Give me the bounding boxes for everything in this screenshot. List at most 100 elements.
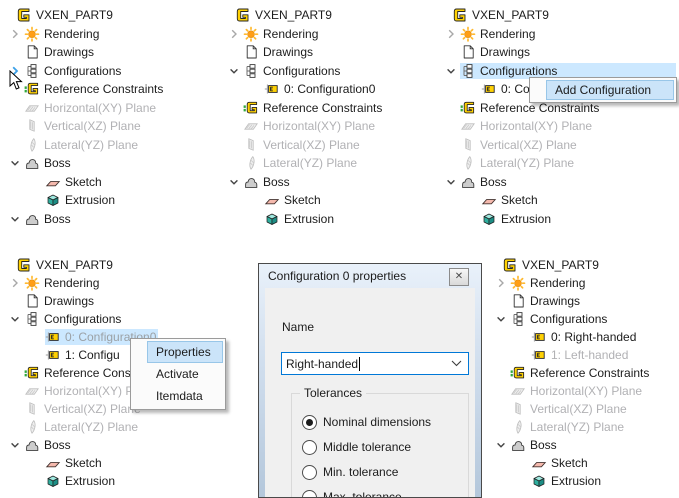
menu-item[interactable]: Properties <box>147 341 223 363</box>
tree-row[interactable]: Reference Constraints <box>4 80 165 99</box>
tree-row[interactable]: Boss <box>223 173 384 192</box>
tree-row[interactable]: Extrusion <box>440 210 676 229</box>
tree-row[interactable]: Lateral(YZ) Plane <box>490 418 651 436</box>
chevron-collapsed-icon[interactable] <box>6 275 24 291</box>
tree-row[interactable]: Reference Constraints <box>223 99 384 118</box>
chevron-collapsed-icon[interactable] <box>225 26 243 42</box>
tree-row[interactable]: Configurations <box>4 310 165 328</box>
tree-row[interactable]: Horizontal(XY) Plane <box>440 117 676 136</box>
tree-row[interactable]: Reference Constraints <box>490 364 651 382</box>
chevron-expanded-icon[interactable] <box>442 63 460 79</box>
sun-icon <box>460 26 476 42</box>
tree-row[interactable]: Lateral(YZ) Plane <box>223 154 384 173</box>
close-button[interactable]: ✕ <box>449 268 469 286</box>
tree-row[interactable]: Vertical(XZ) Plane <box>440 136 676 155</box>
tree-row[interactable]: Configurations <box>223 62 384 81</box>
tree-row[interactable]: Horizontal(XY) Plane <box>223 117 384 136</box>
tree-row[interactable]: Boss <box>4 154 165 173</box>
tree-row[interactable]: Lateral(YZ) Plane <box>4 418 165 436</box>
tree-row[interactable]: Sketch <box>490 454 651 472</box>
tree-row[interactable]: Rendering <box>440 25 676 44</box>
tree-item: Drawings <box>243 44 315 60</box>
tree-row[interactable]: Rendering <box>4 25 165 44</box>
tree-row[interactable]: 0: Right-handed <box>490 328 651 346</box>
radio-option[interactable]: Middle tolerance <box>302 439 411 455</box>
tree-row[interactable]: Drawings <box>4 292 165 310</box>
chevron-expanded-icon[interactable] <box>6 437 24 453</box>
tree-row[interactable]: Sketch <box>223 191 384 210</box>
tree-row[interactable]: Boss <box>440 173 676 192</box>
tree-row[interactable]: VXEN_PART9 <box>490 256 651 274</box>
tree-row[interactable]: Extrusion <box>4 191 165 210</box>
tree-item: Boss <box>24 155 73 171</box>
chevron-expanded-icon[interactable] <box>492 437 510 453</box>
tree-item: 0: Right-handed <box>531 329 638 345</box>
plane-l-icon <box>460 155 476 171</box>
tree-row[interactable]: Sketch <box>4 454 165 472</box>
tree-row[interactable]: Vertical(XZ) Plane <box>4 117 165 136</box>
tree-row[interactable]: Lateral(YZ) Plane <box>4 136 165 155</box>
chevron-expanded-icon[interactable] <box>6 211 24 227</box>
radio-option[interactable]: Nominal dimensions <box>302 414 431 430</box>
chevron-collapsed-icon[interactable] <box>492 275 510 291</box>
radio-option[interactable]: Max. tolerance <box>302 489 402 498</box>
tree-row[interactable]: Extrusion <box>4 472 165 490</box>
tree-item: Vertical(XZ) Plane <box>460 137 579 153</box>
radio-icon[interactable] <box>302 415 317 430</box>
radio-option[interactable]: Min. tolerance <box>302 464 398 480</box>
tree-row[interactable]: Vertical(XZ) Plane <box>490 400 651 418</box>
radio-icon[interactable] <box>302 465 317 480</box>
radio-icon[interactable] <box>302 490 317 498</box>
ref-icon <box>460 100 476 116</box>
ref-icon <box>243 100 259 116</box>
chevron-expanded-icon[interactable] <box>225 63 243 79</box>
tree-item-label: VXEN_PART9 <box>36 258 113 272</box>
tree-row[interactable]: Horizontal(XY) Plane <box>4 99 165 118</box>
chevron-expanded-icon[interactable] <box>492 311 510 327</box>
chevron-expanded-icon[interactable] <box>442 174 460 190</box>
tree-row[interactable]: VXEN_PART9 <box>4 6 165 25</box>
tree-row[interactable]: Extrusion <box>223 210 384 229</box>
tree-row[interactable]: Drawings <box>4 43 165 62</box>
tree-row[interactable]: Configurations <box>4 62 165 81</box>
tree-row[interactable]: VXEN_PART9 <box>223 6 384 25</box>
tree-row[interactable]: Rendering <box>490 274 651 292</box>
part-icon <box>16 257 32 273</box>
radio-icon[interactable] <box>302 440 317 455</box>
tree-row[interactable]: Rendering <box>4 274 165 292</box>
tree-row[interactable]: Boss <box>490 436 651 454</box>
chevron-expanded-icon[interactable] <box>6 155 24 171</box>
boss-icon <box>24 437 40 453</box>
tree-row[interactable]: Boss <box>4 210 165 229</box>
tree-row[interactable]: Drawings <box>490 292 651 310</box>
tree-row[interactable]: Extrusion <box>490 472 651 490</box>
tree-row[interactable]: Sketch <box>4 173 165 192</box>
menu-item[interactable]: Activate <box>147 363 223 385</box>
tree-row[interactable]: 1: Left-handed <box>490 346 651 364</box>
menu-item[interactable]: Add Configuration <box>546 80 674 100</box>
menu-item[interactable]: Itemdata <box>147 385 223 407</box>
chevron-expanded-icon[interactable] <box>225 174 243 190</box>
chevron-slot <box>492 293 510 309</box>
tree-row[interactable]: VXEN_PART9 <box>4 256 165 274</box>
tree-row[interactable]: Configurations <box>490 310 651 328</box>
tree-row[interactable]: 0: Configuration0 <box>223 80 384 99</box>
tree-item: Extrusion <box>45 192 117 208</box>
chevron-collapsed-icon[interactable] <box>6 26 24 42</box>
tree-row[interactable]: VXEN_PART9 <box>440 6 676 25</box>
tree-row[interactable]: Sketch <box>440 191 676 210</box>
tree-row[interactable]: Boss <box>4 436 165 454</box>
page-icon <box>24 44 40 60</box>
tree-row[interactable]: Horizontal(XY) Plane <box>490 382 651 400</box>
tree-item-label: 0: Configuration0 <box>284 82 375 96</box>
chevron-collapsed-icon[interactable] <box>442 26 460 42</box>
chevron-expanded-icon[interactable] <box>6 311 24 327</box>
tree-row[interactable]: Drawings <box>223 43 384 62</box>
tree-row[interactable]: Vertical(XZ) Plane <box>223 136 384 155</box>
tree-row[interactable]: Lateral(YZ) Plane <box>440 154 676 173</box>
tree-row[interactable]: Drawings <box>440 43 676 62</box>
name-combobox[interactable]: Right-handed <box>281 352 469 375</box>
tree-row[interactable]: Rendering <box>223 25 384 44</box>
combo-chevron-icon[interactable] <box>451 360 462 367</box>
tree-item-label: Reference Constraints <box>263 101 382 115</box>
